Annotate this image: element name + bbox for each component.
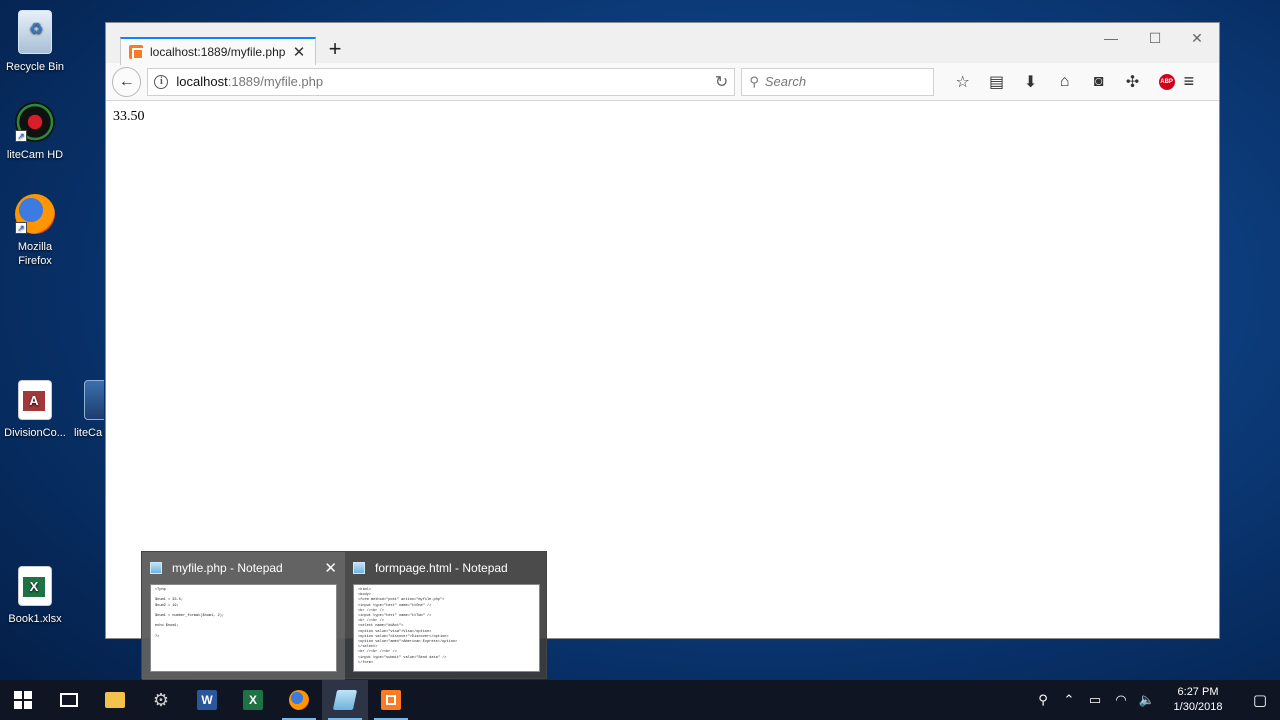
desktop-icon-litecam-hd[interactable]: ↗ liteCam HD bbox=[0, 102, 70, 162]
thumbnail-title: myfile.php - Notepad bbox=[172, 561, 283, 575]
desktop-icon-division-access[interactable]: A DivisionCo... bbox=[0, 380, 70, 440]
people-icon[interactable]: ⚲ bbox=[1032, 692, 1054, 708]
page-content: 33.50 bbox=[106, 101, 1219, 133]
address-bar[interactable]: i localhost :1889/myfile.php ↻ bbox=[147, 67, 736, 96]
settings-taskbar-button[interactable]: ⚙ bbox=[138, 680, 184, 720]
battery-icon[interactable]: ▭ bbox=[1084, 692, 1106, 708]
tab-myfile[interactable]: localhost:1889/myfile.php ✕ bbox=[120, 37, 316, 65]
php-output-text: 33.50 bbox=[113, 109, 145, 124]
task-view-icon bbox=[60, 693, 78, 707]
thumbnail-title: formpage.html - Notepad bbox=[375, 561, 508, 575]
maximize-button[interactable]: ☐ bbox=[1135, 27, 1175, 49]
task-view-button[interactable] bbox=[46, 680, 92, 720]
title-bar: localhost:1889/myfile.php ✕ + — ☐ ✕ bbox=[106, 23, 1219, 65]
folder-icon bbox=[105, 692, 125, 708]
hamburger-menu-icon[interactable]: ≡ bbox=[1184, 71, 1213, 92]
thumbnail-formpage-html[interactable]: formpage.html - Notepad <html> <body> <f… bbox=[345, 552, 548, 680]
litecam-setup-icon bbox=[84, 380, 104, 420]
word-button[interactable]: W bbox=[184, 680, 230, 720]
notepad-taskbar-button[interactable] bbox=[322, 680, 368, 720]
close-tab-icon[interactable]: ✕ bbox=[291, 43, 307, 61]
action-center-icon[interactable]: ▢ bbox=[1240, 691, 1280, 709]
desktop-icon-book1-xlsx[interactable]: X Book1.xlsx bbox=[0, 566, 70, 626]
start-button[interactable] bbox=[0, 680, 46, 720]
extension-icon[interactable]: ✣ bbox=[1116, 68, 1150, 96]
search-icon: ⚲ bbox=[749, 73, 759, 89]
notepad-icon bbox=[353, 562, 365, 574]
volume-icon[interactable]: 🔈 bbox=[1136, 692, 1158, 708]
access-file-icon: A bbox=[18, 380, 52, 420]
desktop-icon-label: Book1.xlsx bbox=[8, 613, 62, 625]
recycle-bin-icon: ♻ bbox=[18, 10, 52, 54]
xampp-icon bbox=[381, 690, 401, 710]
desktop-icon-label: liteCam HD bbox=[6, 149, 64, 161]
desktop-icon-label: DivisionCo... bbox=[4, 427, 66, 439]
search-placeholder: Search bbox=[764, 74, 807, 89]
reload-icon[interactable]: ↻ bbox=[715, 72, 728, 92]
thumbnail-myfile-php[interactable]: myfile.php - Notepad ✕ <?php $num1 = 33.… bbox=[142, 552, 345, 680]
xampp-favicon-icon bbox=[129, 45, 144, 60]
shortcut-arrow-icon: ↗ bbox=[15, 130, 27, 142]
desktop-icon-litecam-partial[interactable]: liteCa bbox=[70, 380, 104, 440]
firefox-window: localhost:1889/myfile.php ✕ + — ☐ ✕ ← i … bbox=[105, 22, 1220, 639]
close-icon[interactable]: ✕ bbox=[324, 559, 337, 577]
wifi-icon[interactable]: ◠ bbox=[1110, 692, 1132, 708]
notepad-icon bbox=[150, 562, 162, 574]
desktop-icon-label: Recycle Bin bbox=[5, 61, 65, 73]
desktop-icon-label: Mozilla Firefox bbox=[17, 241, 53, 267]
windows-logo-icon bbox=[14, 691, 32, 709]
thumbnail-preview: <html> <body> <form method="post" action… bbox=[353, 584, 540, 672]
system-tray: ⚲ ⌃ ▭ ◠ 🔈 6:27 PM 1/30/2018 ▢ bbox=[1030, 680, 1280, 720]
bookmark-star-icon[interactable]: ☆ bbox=[946, 68, 980, 96]
downloads-icon[interactable]: ⬇ bbox=[1014, 68, 1048, 96]
litecam-icon: ↗ bbox=[15, 102, 55, 142]
excel-button[interactable]: X bbox=[230, 680, 276, 720]
xampp-taskbar-button[interactable] bbox=[368, 680, 414, 720]
reading-list-icon[interactable]: ▤ bbox=[980, 68, 1014, 96]
adblock-plus-button[interactable]: ABP bbox=[1150, 68, 1184, 96]
desktop-icon-recycle-bin[interactable]: ♻ Recycle Bin bbox=[0, 10, 70, 74]
excel-file-icon: X bbox=[18, 566, 52, 606]
excel-icon: X bbox=[243, 690, 263, 710]
firefox-icon: ↗ bbox=[15, 194, 55, 234]
file-explorer-button[interactable] bbox=[92, 680, 138, 720]
pocket-icon[interactable]: ◙ bbox=[1082, 68, 1116, 96]
notepad-code: <html> <body> <form method="post" action… bbox=[358, 588, 458, 665]
navigation-toolbar: ← i localhost :1889/myfile.php ↻ ⚲ Searc… bbox=[106, 63, 1219, 101]
url-host: localhost bbox=[176, 74, 228, 89]
notepad-icon bbox=[332, 690, 358, 710]
minimize-button[interactable]: — bbox=[1091, 27, 1131, 49]
new-tab-button[interactable]: + bbox=[324, 38, 346, 60]
site-info-icon[interactable]: i bbox=[154, 74, 169, 89]
home-icon[interactable]: ⌂ bbox=[1048, 68, 1082, 96]
back-button[interactable]: ← bbox=[112, 66, 142, 97]
desktop-icon-label: liteCa bbox=[74, 427, 103, 439]
adblock-plus-icon: ABP bbox=[1158, 73, 1175, 90]
taskbar-thumbnail-popup: myfile.php - Notepad ✕ <?php $num1 = 33.… bbox=[141, 551, 548, 680]
clock-date: 1/30/2018 bbox=[1173, 701, 1223, 713]
firefox-taskbar-button[interactable] bbox=[276, 680, 322, 720]
shortcut-arrow-icon: ↗ bbox=[15, 222, 27, 234]
taskbar: ⚙ W X ⚲ ⌃ ▭ ◠ 🔈 6:27 PM 1/30/2018 ▢ bbox=[0, 680, 1280, 720]
close-window-button[interactable]: ✕ bbox=[1177, 27, 1217, 49]
word-icon: W bbox=[197, 690, 217, 710]
gear-icon: ⚙ bbox=[152, 689, 170, 710]
chevron-up-icon[interactable]: ⌃ bbox=[1058, 692, 1080, 708]
thumbnail-preview: <?php $num1 = 33.5; $num2 = 19; $num1 = … bbox=[150, 584, 337, 672]
clock-time: 6:27 PM bbox=[1177, 686, 1219, 698]
search-input[interactable]: ⚲ Search bbox=[741, 67, 934, 96]
tab-title: localhost:1889/myfile.php bbox=[150, 45, 286, 59]
clock[interactable]: 6:27 PM 1/30/2018 bbox=[1168, 685, 1228, 715]
url-path: :1889/myfile.php bbox=[227, 74, 324, 89]
firefox-icon bbox=[289, 690, 309, 710]
desktop-icon-mozilla-firefox[interactable]: ↗ Mozilla Firefox bbox=[0, 194, 70, 268]
